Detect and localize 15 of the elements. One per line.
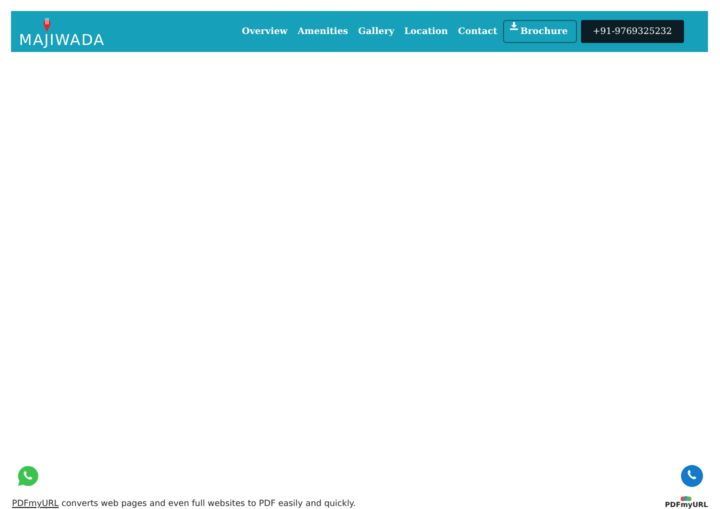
brochure-button[interactable]: Brochure <box>503 20 577 43</box>
nav-link[interactable]: Contact <box>458 26 498 36</box>
footer-text: PDFmyURL converts web pages and even full websites to PDF easily and quickly. <box>12 499 356 509</box>
pdfmyurl-link[interactable]: PDFmyURL <box>12 499 59 509</box>
download-icon <box>510 22 518 30</box>
logo-text: MAJIWADA <box>19 32 105 48</box>
pin-icon <box>43 18 51 32</box>
nav-link[interactable]: Location <box>404 26 448 36</box>
phone-button[interactable]: +91-9769325232 <box>580 20 684 43</box>
nav-link[interactable]: Overview <box>242 26 288 36</box>
nav-link[interactable]: Gallery <box>358 26 394 36</box>
nav-link[interactable]: Amenities <box>298 26 348 36</box>
pdfmyurl-logo-icon <box>680 496 692 501</box>
phone-icon[interactable] <box>681 465 703 487</box>
whatsapp-icon[interactable] <box>17 465 39 487</box>
